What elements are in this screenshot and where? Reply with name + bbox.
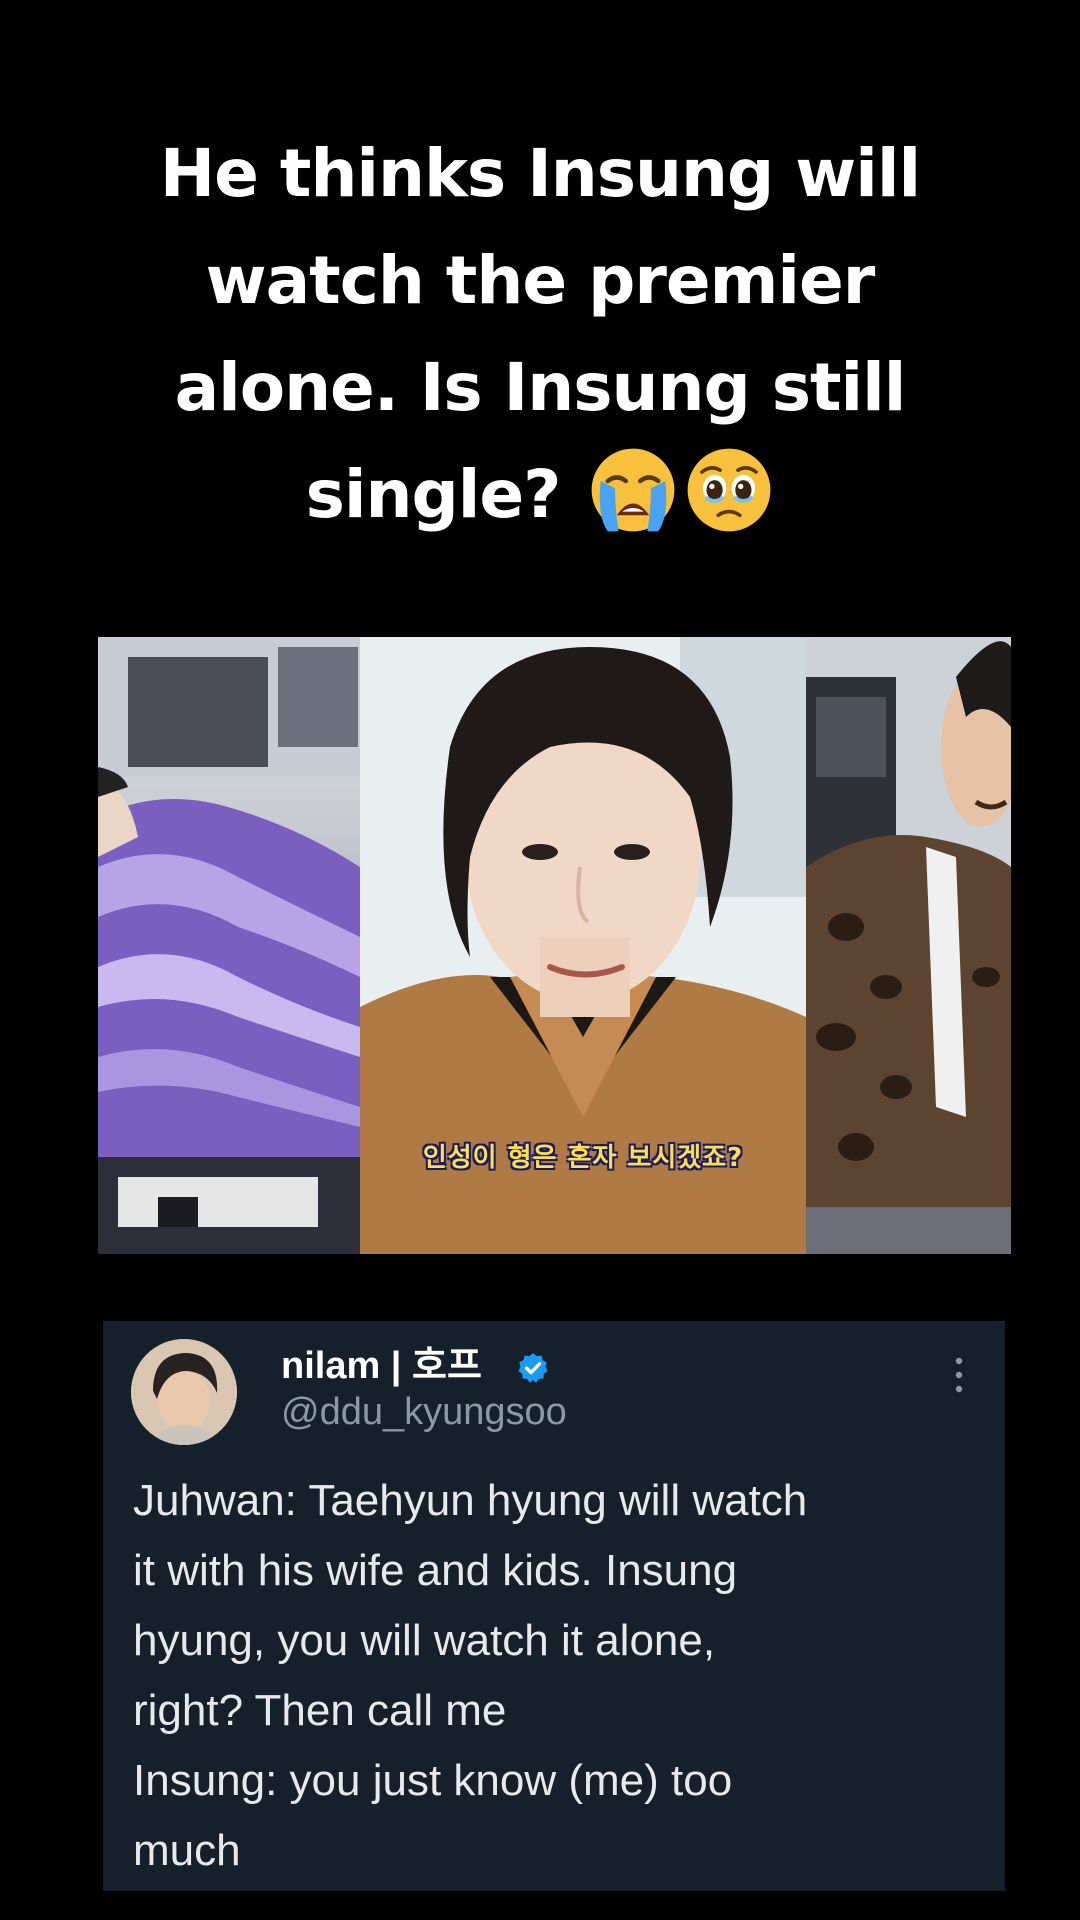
- video-panel-left: [98, 637, 360, 1254]
- tweet-text-line-4: right? Then call me: [133, 1686, 507, 1735]
- loudly-crying-face-icon: [591, 448, 675, 532]
- person-right-illustration: [806, 637, 1011, 1254]
- caption-line-3: alone. Is Insung still: [174, 349, 907, 426]
- tweet-text-line-1: Juhwan: Taehyun hyung will watch: [133, 1476, 808, 1525]
- display-name[interactable]: nilam | 호프: [281, 1343, 482, 1389]
- person-left-illustration: [98, 637, 360, 1254]
- video-frame[interactable]: 인성이 형은 혼자 보시겠죠?: [98, 637, 1011, 1254]
- tweet-text-line-3: hyung, you will watch it alone,: [133, 1616, 716, 1665]
- caption-line-4: single?: [90, 441, 990, 548]
- tweet-text-line-5: Insung: you just know (me) too: [133, 1756, 733, 1805]
- video-subtitle: 인성이 형은 혼자 보시겠죠?: [422, 1143, 744, 1173]
- more-options-icon[interactable]: [947, 1351, 971, 1399]
- tweet-text-line-2: it with his wife and kids. Insung: [133, 1546, 738, 1595]
- caption-line-2: watch the premier: [205, 242, 876, 319]
- tweet-card[interactable]: nilam | 호프 @ddu_kyungsoo Juhwan: Taehyun…: [103, 1321, 1005, 1891]
- avatar[interactable]: [131, 1339, 237, 1445]
- video-panel-right: [806, 637, 1011, 1254]
- verified-badge-icon: [518, 1353, 548, 1383]
- tweet-text: Juhwan: Taehyun hyung will watch it with…: [133, 1466, 983, 1886]
- caption-line-1: He thinks Insung will: [159, 135, 921, 212]
- user-handle[interactable]: @ddu_kyungsoo: [281, 1389, 567, 1435]
- face-holding-back-tears-icon: [687, 448, 771, 532]
- avatar-image: [131, 1339, 237, 1445]
- video-panel-center: 인성이 형은 혼자 보시겠죠?: [360, 637, 806, 1254]
- caption: He thinks Insung will watch the premier …: [90, 120, 990, 548]
- caption-line-4-text: single?: [305, 456, 562, 533]
- tweet-text-line-6: much: [133, 1826, 241, 1875]
